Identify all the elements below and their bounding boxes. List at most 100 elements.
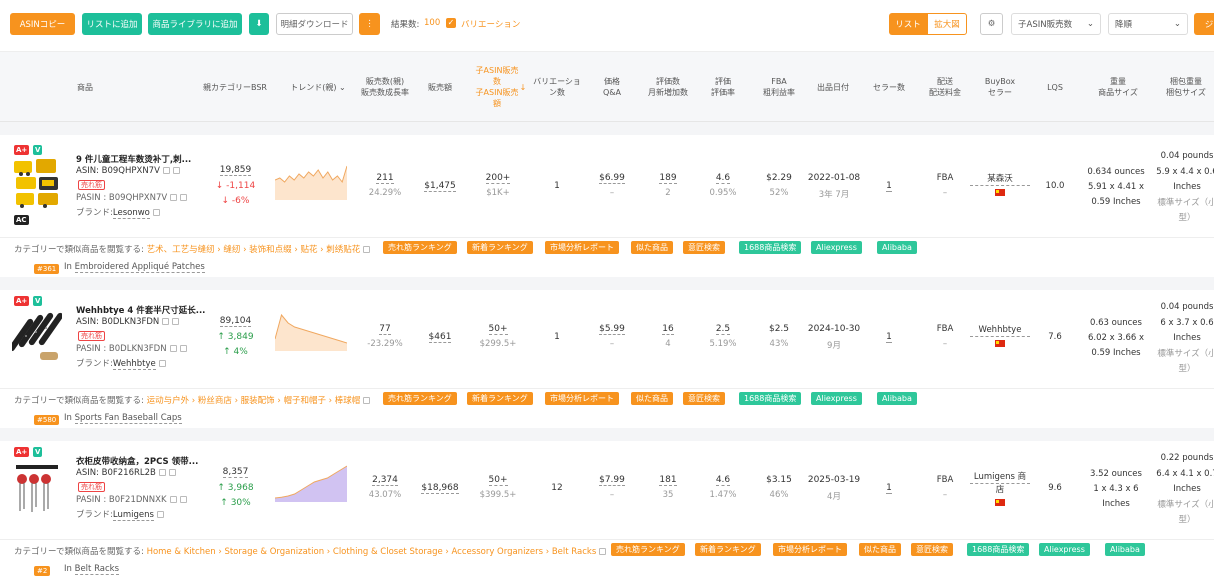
- rank-category[interactable]: Belt Racks: [74, 564, 120, 575]
- col-parent-bsr[interactable]: 親カテゴリーBSR: [196, 52, 274, 122]
- child-sales-value[interactable]: 50+: [488, 475, 508, 486]
- external-link-icon[interactable]: [152, 209, 160, 216]
- tag-aliexpress[interactable]: Aliexpress: [811, 392, 862, 405]
- copy-icon[interactable]: [169, 496, 177, 503]
- col-variations[interactable]: バリエーショ ン数: [529, 52, 585, 122]
- tag-1688-search[interactable]: 1688商品検索: [967, 543, 1030, 556]
- col-sellers[interactable]: セラー数: [865, 52, 913, 122]
- col-date[interactable]: 出品日付: [808, 52, 858, 122]
- buybox-seller[interactable]: 某森沃: [970, 173, 1030, 186]
- col-trend[interactable]: トレンド(親) ⌄: [283, 52, 353, 122]
- trend-sparkline[interactable]: [275, 160, 347, 200]
- copy-icon[interactable]: [170, 194, 178, 201]
- tag-alibaba[interactable]: Alibaba: [1105, 543, 1145, 556]
- tag-aliexpress[interactable]: Aliexpress: [1039, 543, 1090, 556]
- external-link-icon[interactable]: [179, 345, 187, 352]
- category-path[interactable]: 运动与户外 › 粉丝商店 › 服装配饰 › 帽子和帽子 › 棒球帽: [147, 396, 361, 406]
- extra-button[interactable]: ジ: [1194, 13, 1214, 35]
- buybox-seller[interactable]: Wehhbtye: [970, 324, 1030, 337]
- bsr-value[interactable]: 19,859: [219, 165, 252, 176]
- tag-ranking-hot[interactable]: 売れ筋ランキング: [611, 543, 685, 556]
- sales-value[interactable]: 77: [379, 324, 391, 335]
- revenue-value[interactable]: $1,475: [424, 181, 456, 192]
- copy-icon[interactable]: [162, 167, 170, 174]
- settings-icon[interactable]: ⚙: [980, 13, 1003, 35]
- category-path[interactable]: 艺术、工艺与缝纫 › 缝纫 › 装饰和点缀 › 贴花 › 刺绣贴花: [147, 245, 361, 255]
- download-icon[interactable]: ⬇: [249, 13, 269, 35]
- bsr-value[interactable]: 8,357: [222, 467, 249, 478]
- rank-category[interactable]: Sports Fan Baseball Caps: [74, 413, 182, 424]
- col-weight[interactable]: 重量 商品サイズ: [1090, 52, 1146, 122]
- tag-ranking-new[interactable]: 新着ランキング: [467, 392, 533, 405]
- copy-icon[interactable]: [169, 345, 177, 352]
- sellers-count[interactable]: 1: [886, 332, 892, 343]
- tag-ranking-hot[interactable]: 売れ筋ランキング: [383, 241, 457, 254]
- sort-field-select[interactable]: 子ASIN販売数 ⌄: [1011, 13, 1101, 35]
- external-link-icon[interactable]: [179, 496, 187, 503]
- detail-download-button[interactable]: 明細ダウンロード: [276, 13, 353, 35]
- tag-1688-search[interactable]: 1688商品検索: [739, 392, 802, 405]
- copy-icon[interactable]: [158, 469, 166, 476]
- revenue-value[interactable]: $461: [428, 332, 452, 343]
- tag-similar[interactable]: 似た商品: [631, 392, 673, 405]
- bsr-value[interactable]: 89,104: [219, 316, 252, 327]
- brand-link[interactable]: Wehhbtye: [112, 359, 156, 370]
- external-link-icon[interactable]: [172, 167, 180, 174]
- price-value[interactable]: $6.99: [599, 173, 625, 184]
- tag-ranking-new[interactable]: 新着ランキング: [467, 241, 533, 254]
- tag-market-report[interactable]: 市場分析レポート: [545, 392, 619, 405]
- col-package[interactable]: 梱包重量 梱包サイズ: [1158, 52, 1214, 122]
- reviews-value[interactable]: 181: [659, 475, 677, 486]
- external-link-icon[interactable]: [363, 397, 371, 404]
- tag-1688-search[interactable]: 1688商品検索: [739, 241, 802, 254]
- trend-sparkline[interactable]: [275, 311, 347, 351]
- external-link-icon[interactable]: [180, 194, 188, 201]
- sort-arrow-icon[interactable]: ↓: [517, 52, 529, 122]
- col-sales[interactable]: 販売数(親) 販売数成長率: [354, 52, 416, 122]
- child-sales-value[interactable]: 200+: [485, 173, 511, 184]
- tag-patent-search[interactable]: 意匠検索: [683, 392, 725, 405]
- add-to-library-button[interactable]: 商品ライブラリに追加: [148, 13, 242, 35]
- view-zoom-button[interactable]: 拡大図: [927, 13, 967, 35]
- col-revenue[interactable]: 販売額: [420, 52, 460, 122]
- more-icon[interactable]: ⋮: [359, 13, 380, 35]
- tag-market-report[interactable]: 市場分析レポート: [773, 543, 847, 556]
- col-lqs[interactable]: LQS: [1038, 52, 1072, 122]
- tag-aliexpress[interactable]: Aliexpress: [811, 241, 862, 254]
- col-buybox[interactable]: BuyBox セラー: [975, 52, 1025, 122]
- category-path[interactable]: Home & Kitchen › Storage & Organization …: [147, 547, 597, 557]
- add-to-list-button[interactable]: リストに追加: [82, 13, 142, 35]
- external-link-icon[interactable]: [599, 548, 607, 555]
- sellers-count[interactable]: 1: [886, 483, 892, 494]
- tag-ranking-hot[interactable]: 売れ筋ランキング: [383, 392, 457, 405]
- external-link-icon[interactable]: [168, 469, 176, 476]
- sellers-count[interactable]: 1: [886, 181, 892, 192]
- tag-similar[interactable]: 似た商品: [859, 543, 901, 556]
- tag-similar[interactable]: 似た商品: [631, 241, 673, 254]
- product-image[interactable]: [12, 155, 62, 215]
- product-image[interactable]: [8, 306, 64, 366]
- buybox-seller-l1[interactable]: Lumigens 商: [970, 471, 1030, 484]
- product-image[interactable]: [12, 457, 62, 517]
- price-value[interactable]: $5.99: [599, 324, 625, 335]
- asin-copy-button[interactable]: ASINコピー: [10, 13, 75, 35]
- child-sales-value[interactable]: 50+: [488, 324, 508, 335]
- external-link-icon[interactable]: [158, 360, 166, 367]
- brand-link[interactable]: Lesonwo: [112, 208, 150, 219]
- view-list-button[interactable]: リスト: [889, 13, 927, 35]
- revenue-value[interactable]: $18,968: [421, 483, 459, 494]
- col-price[interactable]: 価格 Q&A: [590, 52, 634, 122]
- rating-value[interactable]: 4.6: [715, 475, 731, 486]
- col-rating[interactable]: 評価 評価率: [701, 52, 745, 122]
- sort-order-select[interactable]: 降順 ⌄: [1108, 13, 1188, 35]
- rating-value[interactable]: 2.5: [715, 324, 731, 335]
- product-title[interactable]: Wehhbtye 4 件套半尺寸延长...: [76, 304, 205, 316]
- trend-sparkline[interactable]: [275, 462, 347, 502]
- tag-patent-search[interactable]: 意匠検索: [683, 241, 725, 254]
- product-title[interactable]: 衣柜皮带收纳盒，2PCS 领带...: [76, 455, 198, 467]
- sales-value[interactable]: 211: [376, 173, 394, 184]
- rank-category[interactable]: Embroidered Appliqué Patches: [74, 262, 205, 273]
- col-reviews[interactable]: 評価数 月新増加数: [638, 52, 698, 122]
- external-link-icon[interactable]: [172, 318, 180, 325]
- external-link-icon[interactable]: [363, 246, 371, 253]
